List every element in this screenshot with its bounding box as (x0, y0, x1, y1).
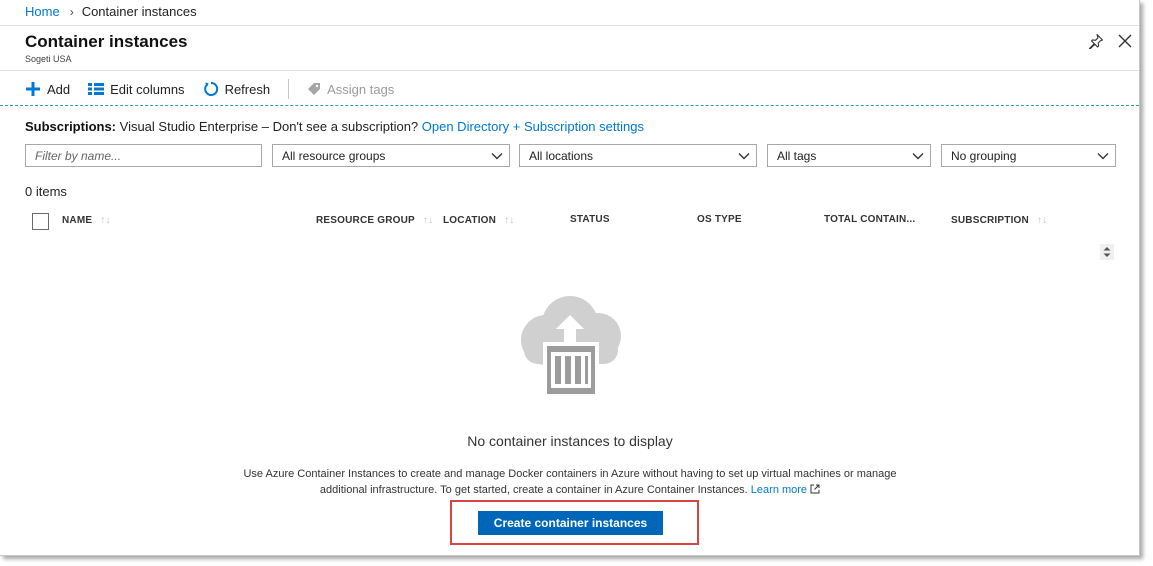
chevron-right-icon: › (69, 4, 74, 19)
column-location-label: LOCATION (443, 215, 497, 226)
toolbar: Add Edit columns Refresh Assign tags (25, 78, 412, 100)
column-header-status[interactable]: STATUS (570, 214, 610, 225)
divider (0, 105, 1139, 106)
breadcrumb: Home › Container instances (25, 4, 197, 19)
external-link-icon (810, 484, 820, 494)
assign-tags-button[interactable]: Assign tags (307, 82, 394, 97)
column-header-resource-group[interactable]: RESOURCE GROUP ↑↓ (316, 215, 433, 226)
chevron-down-icon (1097, 153, 1109, 160)
edit-columns-button[interactable]: Edit columns (88, 81, 185, 97)
chevron-down-icon (738, 153, 750, 160)
tag-icon (308, 83, 321, 95)
column-header-subscription[interactable]: SUBSCRIPTION ↑↓ (951, 215, 1047, 226)
column-header-name[interactable]: NAME ↑↓ (62, 215, 111, 226)
cloud-container-icon (521, 296, 621, 398)
page-subtitle: Sogeti USA (25, 54, 72, 64)
empty-state-description: Use Azure Container Instances to create … (230, 466, 910, 498)
empty-desc-line1: Use Azure Container Instances to create … (243, 468, 897, 480)
sort-icon: ↑↓ (504, 215, 515, 226)
column-subscription-label: SUBSCRIPTION (951, 215, 1029, 226)
column-os-type-label: OS TYPE (697, 214, 742, 225)
grouping-value: No grouping (951, 148, 1017, 163)
toolbar-divider (288, 79, 290, 99)
subscriptions-text: Visual Studio Enterprise – Don't see a s… (116, 119, 422, 134)
sort-icon: ↑↓ (422, 215, 434, 226)
refresh-label: Refresh (224, 81, 271, 97)
tags-value: All tags (777, 148, 817, 163)
close-icon[interactable] (1118, 34, 1132, 48)
subscriptions-line: Subscriptions: Visual Studio Enterprise … (25, 119, 644, 134)
column-name-label: NAME (62, 215, 93, 226)
tags-dropdown[interactable]: All tags (767, 144, 931, 167)
plus-icon (26, 82, 40, 96)
column-total-containers-label: TOTAL CONTAIN... (824, 214, 916, 225)
scroll-arrows-icon[interactable] (1100, 244, 1114, 260)
column-resource-group-label: RESOURCE GROUP (316, 215, 415, 226)
sort-icon: ↑↓ (100, 215, 111, 226)
subscriptions-label: Subscriptions: (25, 119, 117, 134)
location-dropdown[interactable]: All locations (519, 144, 757, 167)
refresh-button[interactable]: Refresh (203, 81, 271, 97)
add-button-label: Add (47, 81, 71, 97)
edit-columns-label: Edit columns (110, 81, 185, 97)
refresh-icon (203, 81, 218, 96)
create-container-instances-button[interactable]: Create container instances (478, 511, 663, 535)
column-header-total-containers[interactable]: TOTAL CONTAIN... (824, 214, 915, 225)
search-input[interactable] (35, 148, 261, 163)
column-header-os-type[interactable]: OS TYPE (697, 214, 742, 225)
sort-icon: ↑↓ (1036, 215, 1048, 226)
select-all-checkbox[interactable] (32, 213, 49, 230)
empty-state-title: No container instances to display (467, 433, 673, 449)
item-count: 0 items (25, 184, 67, 199)
location-value: All locations (529, 148, 594, 163)
subscription-settings-link[interactable]: Open Directory + Subscription settings (422, 119, 644, 134)
column-status-label: STATUS (570, 214, 610, 225)
divider (0, 25, 1139, 26)
table-header: NAME ↑↓ RESOURCE GROUP ↑↓ LOCATION ↑↓ ST… (0, 210, 1130, 232)
page-title: Container instances (25, 32, 188, 51)
filter-name-field[interactable] (25, 144, 262, 167)
assign-tags-label: Assign tags (327, 81, 395, 97)
divider (0, 70, 1139, 71)
chevron-down-icon (912, 153, 924, 160)
resource-group-value: All resource groups (282, 148, 386, 163)
blade: Home › Container instances Container ins… (0, 0, 1140, 556)
columns-icon (88, 83, 105, 95)
pin-icon[interactable] (1088, 33, 1104, 49)
column-header-location[interactable]: LOCATION ↑↓ (443, 215, 514, 226)
breadcrumb-current: Container instances (81, 4, 197, 19)
empty-desc-line2: additional infrastructure. To get starte… (319, 484, 751, 496)
breadcrumb-home-link[interactable]: Home (25, 4, 60, 19)
add-button[interactable]: Add (25, 81, 70, 97)
chevron-down-icon (491, 153, 503, 160)
resource-group-dropdown[interactable]: All resource groups (272, 144, 510, 167)
learn-more-link[interactable]: Learn more (751, 484, 807, 496)
grouping-dropdown[interactable]: No grouping (941, 144, 1116, 167)
